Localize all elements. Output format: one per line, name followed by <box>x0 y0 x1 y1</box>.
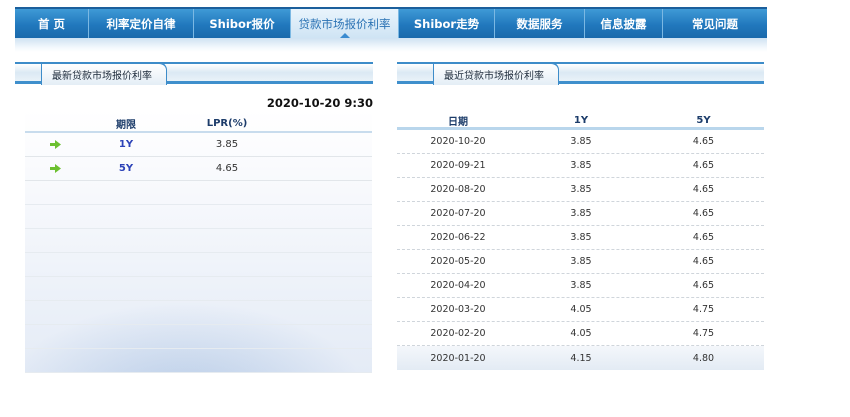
period-link[interactable]: 5Y <box>85 163 167 174</box>
table-row: 2020-01-20 4.15 4.80 <box>397 346 764 370</box>
date-cell: 2020-10-20 <box>430 136 486 147</box>
nav-item-shibor-quote[interactable]: Shibor报价 <box>194 9 291 38</box>
empty-row <box>25 253 372 277</box>
empty-row <box>25 325 372 349</box>
date-cell: 2020-04-20 <box>430 280 486 291</box>
nav-item-shibor-trend[interactable]: Shibor走势 <box>399 9 495 38</box>
column-header-lpr: LPR(%) <box>206 117 248 129</box>
main-nav: 首 页 利率定价自律 Shibor报价 贷款市场报价利率 Shibor走势 数据… <box>15 7 767 38</box>
date-cell: 2020-08-20 <box>430 184 486 195</box>
date-cell: 2020-03-20 <box>430 304 486 315</box>
nav-item-label: 贷款市场报价利率 <box>298 16 391 31</box>
empty-row <box>25 277 372 301</box>
date-cell: 2020-01-20 <box>430 352 486 364</box>
recent-lpr-header: 最近贷款市场报价利率 <box>397 62 764 85</box>
table-row: 2020-08-20 3.85 4.65 <box>397 178 764 202</box>
empty-row <box>25 205 372 229</box>
rate-5y-cell: 4.80 <box>692 352 715 364</box>
column-header-5y: 5Y <box>696 115 711 126</box>
date-cell: 2020-02-20 <box>430 328 486 339</box>
recent-lpr-title: 最近贷款市场报价利率 <box>444 71 544 82</box>
lpr-value: 3.85 <box>215 139 239 150</box>
column-header-1y: 1Y <box>573 115 589 126</box>
rate-5y-cell: 4.65 <box>692 280 715 291</box>
green-arrow-icon <box>25 164 85 173</box>
date-cell: 2020-06-22 <box>430 232 486 243</box>
empty-row <box>25 181 372 205</box>
table-row: 2020-04-20 3.85 4.65 <box>397 274 764 298</box>
table-row: 2020-07-20 3.85 4.65 <box>397 202 764 226</box>
empty-row <box>25 301 372 325</box>
empty-row <box>25 229 372 253</box>
rate-1y-cell: 4.05 <box>570 304 592 315</box>
latest-lpr-title-tab: 最新贷款市场报价利率 <box>41 62 167 85</box>
rate-1y-cell: 3.85 <box>570 232 592 243</box>
latest-lpr-title: 最新贷款市场报价利率 <box>52 71 152 82</box>
table-row: 1Y 3.85 <box>25 133 372 157</box>
nav-item-data-service[interactable]: 数据服务 <box>495 9 585 38</box>
table-row: 2020-05-20 3.85 4.65 <box>397 250 764 274</box>
rate-1y-cell: 3.85 <box>570 256 592 267</box>
nav-item-label: 首 页 <box>37 16 65 31</box>
nav-item-rate-pricing[interactable]: 利率定价自律 <box>89 9 194 38</box>
rate-1y-cell: 4.05 <box>570 328 592 339</box>
latest-lpr-header: 最新贷款市场报价利率 <box>15 62 373 85</box>
rate-1y-cell: 3.85 <box>570 208 592 219</box>
rate-5y-cell: 4.65 <box>692 256 715 267</box>
table-header-row: 期限 LPR(%) <box>25 115 372 133</box>
table-row: 2020-09-21 3.85 4.65 <box>397 154 764 178</box>
table-row: 2020-03-20 4.05 4.75 <box>397 298 764 322</box>
green-arrow-icon <box>25 140 85 149</box>
table-header-row: 日期 1Y 5Y <box>397 114 764 130</box>
table-row: 2020-06-22 3.85 4.65 <box>397 226 764 250</box>
nav-shadow <box>15 38 767 52</box>
nav-item-home[interactable]: 首 页 <box>15 9 89 38</box>
nav-item-label: 常见问题 <box>692 16 738 31</box>
nav-item-disclosure[interactable]: 信息披露 <box>585 9 663 38</box>
rate-1y-cell: 4.15 <box>570 352 592 364</box>
recent-lpr-table: 日期 1Y 5Y 2020-10-20 3.85 4.65 2020-09-21… <box>397 114 764 370</box>
table-row: 2020-10-20 3.85 4.65 <box>397 130 764 154</box>
nav-item-label: 数据服务 <box>516 16 563 31</box>
rate-1y-cell: 3.85 <box>570 136 592 147</box>
rate-1y-cell: 3.85 <box>570 160 592 171</box>
date-cell: 2020-07-20 <box>430 208 486 219</box>
rate-1y-cell: 3.85 <box>570 280 592 291</box>
rate-1y-cell: 3.85 <box>570 184 592 195</box>
rate-5y-cell: 4.65 <box>692 136 715 147</box>
nav-item-faq[interactable]: 常见问题 <box>663 9 767 38</box>
rate-5y-cell: 4.65 <box>692 232 715 243</box>
nav-item-label: Shibor走势 <box>413 16 480 31</box>
latest-lpr-timestamp: 2020-10-20 9:30 <box>266 96 373 110</box>
date-cell: 2020-05-20 <box>430 256 486 267</box>
recent-lpr-title-tab: 最近贷款市场报价利率 <box>433 62 559 85</box>
rate-5y-cell: 4.75 <box>692 304 715 315</box>
table-row: 5Y 4.65 <box>25 157 372 181</box>
nav-item-label: 利率定价自律 <box>106 16 176 31</box>
nav-item-label: Shibor报价 <box>209 16 275 31</box>
nav-item-lpr[interactable]: 贷款市场报价利率 <box>291 9 399 38</box>
rate-5y-cell: 4.75 <box>692 328 715 339</box>
column-header-period: 期限 <box>116 119 136 131</box>
column-header-date: 日期 <box>448 117 468 128</box>
table-row: 2020-02-20 4.05 4.75 <box>397 322 764 346</box>
rate-5y-cell: 4.65 <box>692 208 715 219</box>
rate-5y-cell: 4.65 <box>692 184 715 195</box>
period-link[interactable]: 1Y <box>85 139 167 150</box>
nav-item-label: 信息披露 <box>600 16 647 31</box>
date-cell: 2020-09-21 <box>430 160 486 171</box>
latest-lpr-table: 期限 LPR(%) 1Y 3.85 5Y 4.65 <box>25 115 372 373</box>
empty-row <box>25 349 372 373</box>
lpr-value: 4.65 <box>215 163 239 174</box>
rate-5y-cell: 4.65 <box>692 160 715 171</box>
